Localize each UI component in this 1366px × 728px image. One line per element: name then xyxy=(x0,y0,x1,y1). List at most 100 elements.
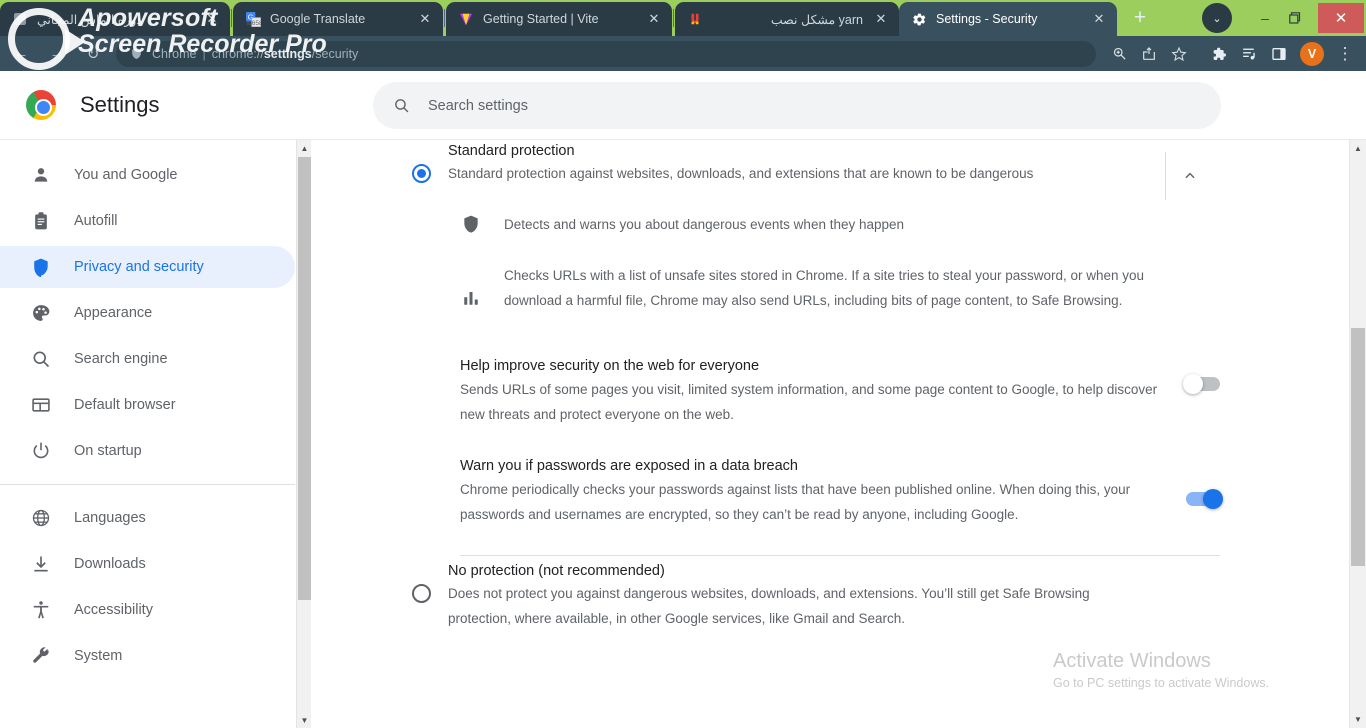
palette-icon xyxy=(30,303,52,323)
main-scroll-up-arrow[interactable]: ▲ xyxy=(1350,140,1366,157)
new-tab-button[interactable]: + xyxy=(1123,1,1157,35)
sidebar-scroll-up-arrow[interactable]: ▲ xyxy=(297,140,312,156)
sidebar-scroll-down-arrow[interactable]: ▼ xyxy=(297,712,312,728)
no-protection-text: No protection (not recommended) Does not… xyxy=(448,560,1238,631)
address-bar[interactable]: Chrome | chrome://settings/security xyxy=(116,40,1096,67)
standard-protection-text: Standard protection Standard protection … xyxy=(448,140,1238,186)
close-icon[interactable]: ✕ xyxy=(204,11,220,27)
tab-label: مشکل نصب yarn xyxy=(770,12,863,27)
tab-0[interactable]: دوره الماس المجاني ✕ xyxy=(0,2,230,36)
close-icon[interactable]: ✕ xyxy=(873,11,889,27)
chevron-up-icon[interactable] xyxy=(1172,158,1208,194)
sidebar-item-default-browser[interactable]: Default browser xyxy=(0,384,295,426)
tab-label: Getting Started | Vite xyxy=(483,12,599,26)
clipboard-icon xyxy=(30,211,52,231)
svg-text:\u6587: \u6587 xyxy=(246,20,261,27)
settings-main-content: Standard protection Standard protection … xyxy=(312,140,1350,728)
download-icon xyxy=(30,554,52,574)
main-scroll-down-arrow[interactable]: ▼ xyxy=(1350,711,1366,728)
sidebar-item-label: Appearance xyxy=(74,305,153,321)
safe-browsing-card: Standard protection Standard protection … xyxy=(330,140,1238,631)
sidebar-item-on-startup[interactable]: On startup xyxy=(0,430,295,472)
tab-strip: دوره الماس المجاني ✕ G \u6587 Google Tra… xyxy=(0,0,1157,36)
wrench-icon xyxy=(30,646,52,666)
tab-4-active[interactable]: Settings - Security ✕ xyxy=(899,2,1117,36)
expander-divider xyxy=(1165,152,1166,200)
sidebar-item-label: Downloads xyxy=(74,556,146,572)
close-window-button[interactable]: ✕ xyxy=(1318,3,1364,33)
standard-protection-radio[interactable] xyxy=(412,164,431,183)
window-controls: ⌄ – ✕ xyxy=(1202,0,1366,36)
close-icon[interactable]: ✕ xyxy=(646,11,662,27)
tab-label: دوره الماس المجاني xyxy=(37,12,142,27)
sidebar-item-privacy-and-security[interactable]: Privacy and security xyxy=(0,246,295,288)
shield-icon xyxy=(460,214,482,234)
sidebar-item-appearance[interactable]: Appearance xyxy=(0,292,295,334)
toggle-row-password-breach-warning[interactable]: Warn you if passwords are exposed in a d… xyxy=(460,455,1223,527)
zoom-icon[interactable] xyxy=(1104,39,1134,69)
toggle-row-help-improve-security[interactable]: Help improve security on the web for eve… xyxy=(460,355,1220,427)
sidebar-item-label: Autofill xyxy=(74,213,118,229)
power-icon xyxy=(30,441,52,461)
toggle-title: Warn you if passwords are exposed in a d… xyxy=(460,458,798,474)
forward-button[interactable]: → xyxy=(42,39,72,69)
sidebar-item-languages[interactable]: Languages xyxy=(0,497,295,539)
chrome-menu-button[interactable]: ⋮ xyxy=(1330,39,1360,69)
person-icon xyxy=(30,165,52,185)
sidebar-item-system[interactable]: System xyxy=(0,635,295,677)
sidebar-item-label: Privacy and security xyxy=(74,259,204,275)
toggle-knob xyxy=(1203,489,1223,509)
tab-separator xyxy=(231,9,232,27)
no-protection-radio[interactable] xyxy=(412,584,431,603)
sidebar-item-label: On startup xyxy=(74,443,142,459)
toggle-knob xyxy=(1183,374,1203,394)
bar-chart-icon xyxy=(460,289,482,307)
bookmark-star-icon[interactable] xyxy=(1164,39,1194,69)
toggle-switch-password-breach-warning[interactable] xyxy=(1186,489,1223,509)
share-icon[interactable] xyxy=(1134,39,1164,69)
main-scrollbar[interactable]: ▲ ▼ xyxy=(1350,140,1366,728)
tab-label: Google Translate xyxy=(270,12,366,26)
generic-page-icon xyxy=(12,11,28,27)
chrome-logo xyxy=(26,90,56,120)
back-button[interactable]: ← xyxy=(6,39,36,69)
toggle-title: Help improve security on the web for eve… xyxy=(460,358,760,374)
accessibility-icon xyxy=(30,600,52,620)
omnibox-separator: | xyxy=(202,46,206,61)
extensions-icon[interactable] xyxy=(1204,39,1234,69)
sidebar-item-you-and-google[interactable]: You and Google xyxy=(0,154,295,196)
tab-3[interactable]: مشکل نصب yarn ✕ xyxy=(675,2,899,36)
tab-search-button[interactable]: ⌄ xyxy=(1202,3,1232,33)
main-scrollbar-thumb[interactable] xyxy=(1351,328,1365,566)
tab-label: Settings - Security xyxy=(936,12,1038,26)
feature-text: Checks URLs with a list of unsafe sites … xyxy=(504,268,1145,308)
avatar[interactable]: V xyxy=(1300,41,1324,66)
close-icon[interactable]: ✕ xyxy=(1091,11,1107,27)
toggle-switch-help-improve-security[interactable] xyxy=(1183,374,1220,394)
close-icon[interactable]: ✕ xyxy=(417,11,433,27)
settings-sidebar: You and Google Autofill Privacy and secu… xyxy=(0,140,295,728)
search-settings-field[interactable]: Search settings xyxy=(373,82,1221,129)
sidebar-item-autofill[interactable]: Autofill xyxy=(0,200,295,242)
restore-button[interactable] xyxy=(1280,3,1310,33)
tab-2[interactable]: Getting Started | Vite ✕ xyxy=(446,2,672,36)
no-protection-option[interactable]: No protection (not recommended) Does not… xyxy=(330,560,1238,631)
omnibox-host: Chrome xyxy=(152,46,197,61)
sidebar-item-search-engine[interactable]: Search engine xyxy=(0,338,295,380)
tab-1[interactable]: G \u6587 Google Translate ✕ xyxy=(233,2,443,36)
standard-protection-title: Standard protection xyxy=(448,143,575,159)
sidebar-scrollbar-thumb[interactable] xyxy=(298,157,311,600)
side-panel-icon[interactable] xyxy=(1264,39,1294,69)
standard-protection-option[interactable]: Standard protection Standard protection … xyxy=(330,140,1238,200)
magnet-icon xyxy=(687,11,703,27)
reading-list-icon[interactable] xyxy=(1234,39,1264,69)
reload-button[interactable]: ↻ xyxy=(78,39,108,69)
sidebar-item-label: Languages xyxy=(74,510,146,526)
sidebar-scrollbar[interactable]: ▲ ▼ xyxy=(296,140,311,728)
omnibox-emphasis: settings xyxy=(263,46,312,61)
gear-icon xyxy=(911,11,927,27)
minimize-button[interactable]: – xyxy=(1250,3,1280,33)
sidebar-item-downloads[interactable]: Downloads xyxy=(0,543,295,585)
sidebar-item-accessibility[interactable]: Accessibility xyxy=(0,589,295,631)
sidebar-item-label: Accessibility xyxy=(74,602,153,618)
